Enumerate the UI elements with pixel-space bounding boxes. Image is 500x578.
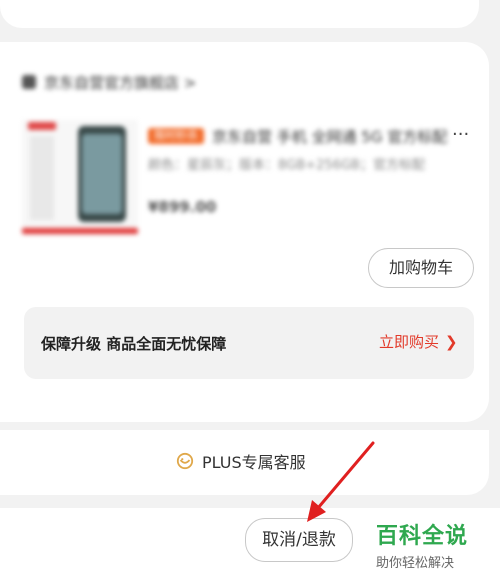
watermark-title: 百科全说 — [376, 524, 469, 549]
pointer-arrow — [307, 441, 375, 522]
watermark-logo: 百科全说 助你轻松解决 — [376, 518, 488, 571]
watermark-subtitle: 助你轻松解决 — [376, 556, 455, 571]
